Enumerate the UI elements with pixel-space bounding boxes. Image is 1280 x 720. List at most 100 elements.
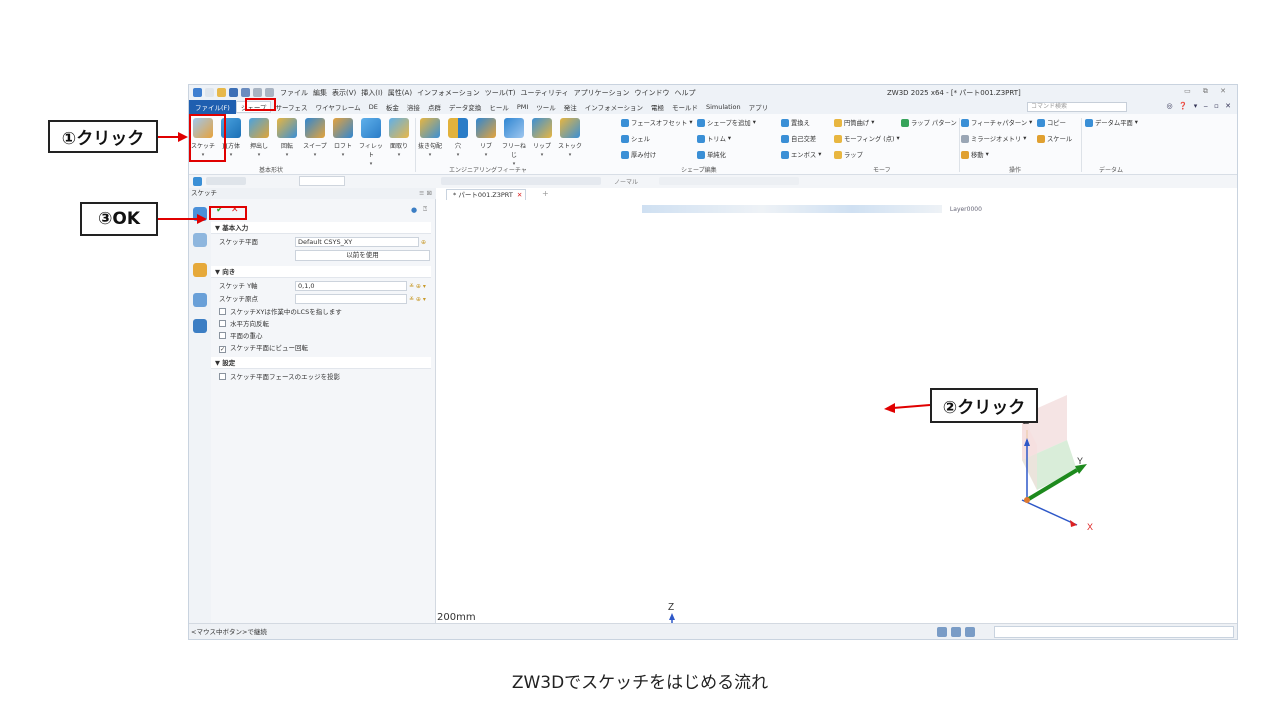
qmenu-info[interactable]: インフォメーション [417,88,480,98]
undo-icon[interactable] [253,88,262,97]
emboss-button[interactable]: エンボス ▾ [781,150,821,159]
tab-surface[interactable]: サーフェス [271,101,311,113]
tab-simulation[interactable]: Simulation [702,101,745,113]
tab-de[interactable]: DE [365,101,382,113]
help-controls[interactable]: ◎ ❓ ▾ ‒ ▫ ✕ [1166,102,1233,110]
document-tab[interactable]: * パート001.Z3PRT ✕ [446,189,526,200]
revolve-button[interactable]: 回転 ▾ [275,118,299,158]
loft-button[interactable]: ロフト ▾ [331,118,355,158]
checkbox[interactable] [219,332,226,339]
filter-icon[interactable] [937,627,947,637]
qmenu-help[interactable]: ヘルプ [675,88,696,98]
tab-apps[interactable]: アプリ [745,101,773,113]
display-icon[interactable] [951,627,961,637]
views-icon[interactable] [193,293,207,307]
panel-close-icon[interactable]: ≡ ⊠ [419,188,432,199]
origin-options-icon[interactable]: ≚ ⊕ ▾ [409,294,426,305]
scale-button[interactable]: スケール [1037,134,1072,143]
redo-icon[interactable] [265,88,274,97]
shell-button[interactable]: シェル [621,134,650,143]
qmenu-edit[interactable]: 編集 [313,88,327,98]
qmenu-file[interactable]: ファイル [280,88,308,98]
face-offset-button[interactable]: フェースオフセット ▾ [621,118,693,127]
mirror-geometry-button[interactable]: ミラージオメトリ ▾ [961,134,1026,143]
tab-mold[interactable]: モールド [668,101,702,113]
rib-button[interactable]: リブ ▾ [474,118,498,158]
draft-button[interactable]: 抜き勾配 ▾ [418,118,442,158]
tab-pointcloud[interactable]: 点群 [424,101,445,113]
new-tab-icon[interactable]: + [542,189,549,198]
tab-electrode[interactable]: 電極 [647,101,668,113]
section-basic-input[interactable]: ▼ 基本入力 [211,222,431,234]
option-project-edges[interactable]: スケッチ平面フェースのエッジを投影 [219,372,340,382]
plane-pick-icon[interactable]: ⊕ [421,237,426,248]
trim-button[interactable]: トリム ▾ [697,134,731,143]
use-previous-button[interactable]: 以前を使用 [295,250,430,261]
select-icon[interactable] [193,177,202,186]
option-centroid[interactable]: 平面の重心 [219,331,263,341]
file-menu[interactable]: ファイル(F) [189,100,236,114]
option-lcs[interactable]: スケッチXYは作業中のLCSを指します [219,307,342,317]
checkbox[interactable] [219,320,226,327]
wrap-pattern-button[interactable]: ラップ パターン [901,118,957,127]
section-settings[interactable]: ▼ 設定 [211,357,431,369]
command-search-input[interactable]: コマンド検索 [1027,102,1127,112]
grid-icon[interactable] [965,627,975,637]
qmenu-application[interactable]: アプリケーション [574,88,630,98]
y-axis-field[interactable]: 0,1,0 [295,281,407,291]
filter-mode[interactable]: ノーマル [614,177,638,186]
user-icon[interactable] [193,319,207,333]
replace-button[interactable]: 置換え [781,118,810,127]
wrap-button[interactable]: ラップ [834,150,863,159]
tab-data-convert[interactable]: データ変換 [445,101,486,113]
option-flip-horizontal[interactable]: 水平方向反転 [219,319,269,329]
thicken-button[interactable]: 厚み付け [621,150,656,159]
stock-button[interactable]: ストック ▾ [558,118,582,158]
tab-info[interactable]: インフォメーション [581,101,647,113]
qmenu-window[interactable]: ウインドウ [635,88,670,98]
save-icon[interactable] [229,88,238,97]
fillet-button[interactable]: フィレット ▾ [359,118,383,167]
checkbox[interactable] [219,308,226,315]
command-input[interactable] [994,626,1234,638]
add-shape-button[interactable]: シェープを追加 ▾ [697,118,756,127]
view-tools-icon[interactable] [206,177,246,185]
lip-button[interactable]: リップ ▾ [530,118,554,158]
thread-button[interactable]: フリーねじ ▾ [502,118,526,167]
self-intersect-button[interactable]: 自己交差 [781,134,816,143]
morph-point-button[interactable]: モーフィング (点) ▾ [834,134,900,143]
origin-point-icon[interactable] [1024,497,1030,503]
qmenu-insert[interactable]: 挿入(I) [361,88,383,98]
open-folder-icon[interactable] [217,88,226,97]
copy-button[interactable]: コピー [1037,118,1066,127]
datum-plane-button[interactable]: データム平面 ▾ [1085,118,1138,127]
origin-field[interactable] [295,294,407,304]
tab-tools[interactable]: ツール [532,101,560,113]
qmenu-tools[interactable]: ツール(T) [485,88,516,98]
tab-order[interactable]: 発注 [560,101,581,113]
layers-icon[interactable] [193,263,207,277]
graphics-viewport[interactable]: Layer0000 Z Y X [437,200,1237,623]
close-icon[interactable]: ✕ [517,191,522,199]
tab-weld[interactable]: 溶接 [403,101,424,113]
tab-pmi[interactable]: PMI [513,101,532,113]
hole-button[interactable]: 穴 ▾ [446,118,470,158]
move-button[interactable]: 移動 ▾ [961,150,989,159]
qmenu-utility[interactable]: ユーティリティ [520,88,568,98]
axis-options-icon[interactable]: ≚ ⊕ ▾ [409,281,426,292]
selection-tools-icon[interactable] [441,177,601,185]
pin-icon[interactable]: ● [411,206,417,214]
help-icon[interactable]: ⍰ [423,205,427,214]
assembly-icon[interactable] [193,233,207,247]
sketch-plane-field[interactable]: Default CSYS_XY [295,237,419,247]
section-orientation[interactable]: ▼ 向き [211,266,431,278]
checkbox[interactable] [219,373,226,380]
window-controls[interactable]: ▭ ⧉ ✕ [1184,87,1231,96]
option-rotate-view[interactable]: ✓ スケッチ平面にビュー回転 [219,343,308,353]
sweep-button[interactable]: スイープ ▾ [303,118,327,158]
simplify-button[interactable]: 単純化 [697,150,726,159]
qmenu-view[interactable]: 表示(V) [332,88,356,98]
snap-tools-icon[interactable] [659,177,799,185]
feature-pattern-button[interactable]: フィーチャパターン ▾ [961,118,1032,127]
chamfer-button[interactable]: 面取り ▾ [387,118,411,158]
